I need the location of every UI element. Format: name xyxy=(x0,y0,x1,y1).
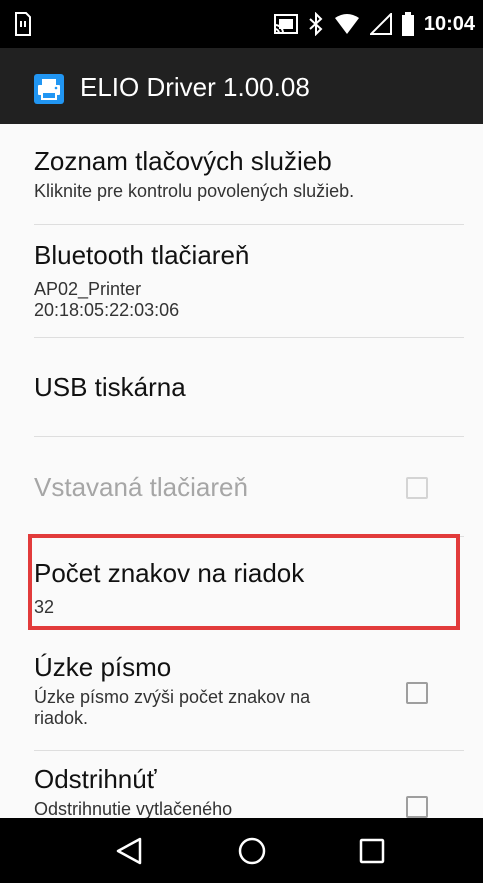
signal-icon xyxy=(369,13,392,35)
printer-icon xyxy=(34,74,64,104)
narrow-font-checkbox[interactable] xyxy=(406,682,428,704)
pref-narrow-font[interactable]: Úzke písmo Úzke písmo zvýši počet znakov… xyxy=(34,652,364,729)
divider xyxy=(34,750,464,751)
pref-summary: AP02_Printer 20:18:05:22:03:06 xyxy=(34,279,464,321)
battery-icon xyxy=(401,12,414,36)
pref-summary: Odstrihnutie vytlačeného xyxy=(34,799,233,818)
screen: 10:04 ELIO Driver 1.00.08 Zoznam tlačový… xyxy=(0,0,483,883)
pref-title: Zoznam tlačových služieb xyxy=(34,146,332,176)
pref-print-services[interactable]: Zoznam tlačových služieb Kliknite pre ko… xyxy=(34,146,464,202)
pref-title: Bluetooth tlačiareň xyxy=(34,240,250,270)
sim-card-icon xyxy=(15,12,31,36)
pref-summary: Úzke písmo zvýši počet znakov na riadok. xyxy=(34,687,311,728)
pref-cut[interactable]: Odstrihnúť Odstrihnutie vytlačeného xyxy=(34,764,364,818)
divider xyxy=(34,337,464,338)
pref-title: Odstrihnúť xyxy=(34,764,157,794)
pref-title: Úzke písmo xyxy=(34,652,172,682)
divider xyxy=(34,224,464,225)
navigation-bar xyxy=(0,818,483,883)
app-bar: ELIO Driver 1.00.08 xyxy=(0,48,483,124)
divider xyxy=(34,436,464,437)
back-icon[interactable] xyxy=(113,836,145,866)
pref-usb-printer[interactable]: USB tiskárna xyxy=(34,372,464,403)
highlight-box xyxy=(28,534,460,630)
pref-title: USB tiskárna xyxy=(34,372,186,402)
printer-name: AP02_Printer xyxy=(34,279,142,299)
pref-summary: Kliknite pre kontrolu povolených služieb… xyxy=(34,181,355,201)
bluetooth-icon xyxy=(309,12,323,36)
cut-checkbox[interactable] xyxy=(406,796,428,818)
wifi-icon xyxy=(334,14,359,34)
recents-icon[interactable] xyxy=(356,836,388,866)
pref-title: Vstavaná tlačiareň xyxy=(34,472,248,502)
home-icon[interactable] xyxy=(236,836,268,866)
cast-icon xyxy=(273,14,298,34)
app-title: ELIO Driver 1.00.08 xyxy=(80,72,310,102)
pref-bluetooth-printer[interactable]: Bluetooth tlačiareň AP02_Printer 20:18:0… xyxy=(34,240,464,321)
status-bar: 10:04 xyxy=(0,0,483,48)
pref-builtin-printer: Vstavaná tlačiareň xyxy=(34,472,464,503)
status-icons: 10:04 xyxy=(273,10,475,38)
printer-address: 20:18:05:22:03:06 xyxy=(34,300,180,320)
preference-list: Zoznam tlačových služieb Kliknite pre ko… xyxy=(0,124,483,818)
status-time: 10:04 xyxy=(423,12,475,35)
builtin-printer-checkbox xyxy=(406,477,428,499)
